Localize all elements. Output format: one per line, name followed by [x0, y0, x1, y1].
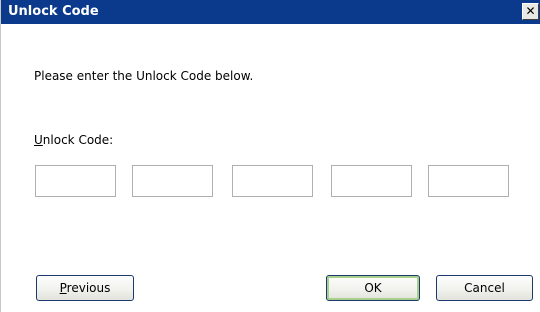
unlock-code-label-text: nlock Code: [42, 133, 114, 147]
ok-button[interactable]: OK [326, 275, 420, 301]
previous-button-label: revious [66, 281, 111, 295]
unlock-code-field-3[interactable] [232, 165, 313, 197]
unlock-code-field-5[interactable] [428, 165, 509, 197]
previous-button[interactable]: Previous [36, 275, 134, 301]
cancel-button-label: Cancel [464, 281, 505, 295]
ok-button-label: OK [364, 281, 382, 295]
unlock-code-label-mnemonic: U [34, 133, 43, 147]
instruction-text: Please enter the Unlock Code below. [34, 69, 254, 83]
unlock-code-field-1[interactable] [35, 165, 116, 197]
close-button[interactable]: ✕ [522, 3, 539, 20]
unlock-code-field-2[interactable] [132, 165, 213, 197]
previous-button-mnemonic: P [59, 281, 67, 295]
cancel-button[interactable]: Cancel [436, 275, 533, 301]
unlock-code-field-4[interactable] [331, 165, 412, 197]
window-title: Unlock Code [8, 4, 99, 19]
unlock-code-dialog: Unlock Code ✕ Please enter the Unlock Co… [0, 0, 540, 312]
title-bar[interactable]: Unlock Code ✕ [1, 0, 540, 24]
close-icon: ✕ [525, 4, 536, 18]
unlock-code-label: Unlock Code: [34, 133, 113, 147]
